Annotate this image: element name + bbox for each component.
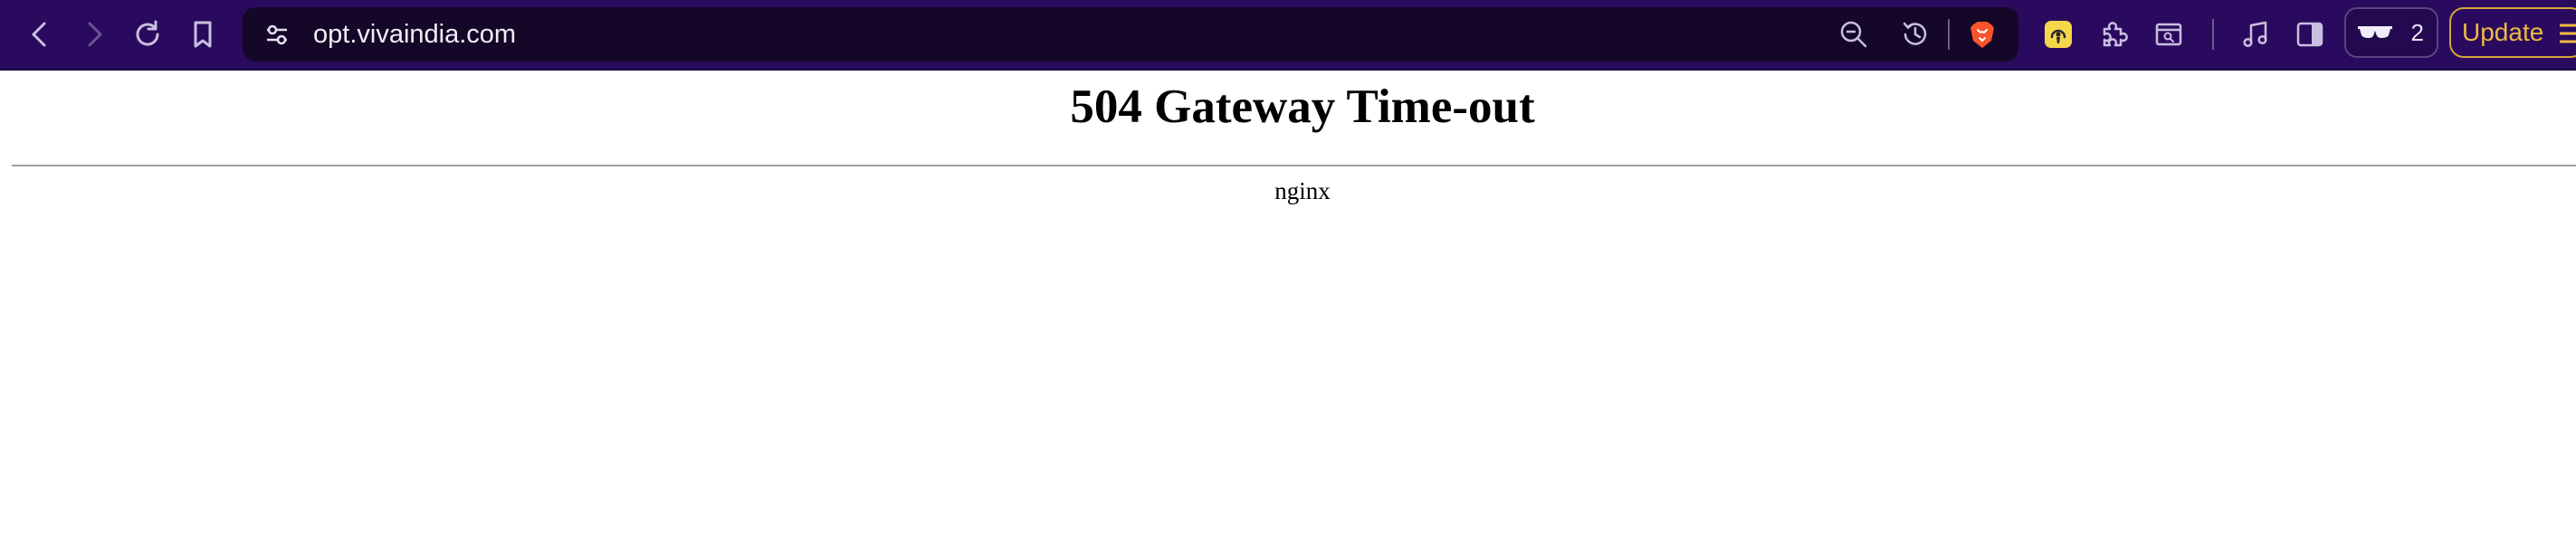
sidebar-toggle-button[interactable]: [2288, 13, 2332, 56]
private-window-badge[interactable]: 2: [2344, 7, 2438, 58]
toolbar-divider: [2212, 19, 2214, 50]
page-content: 504 Gateway Time-out nginx: [0, 71, 2576, 559]
site-settings-icon: [267, 24, 287, 45]
error-heading: 504 Gateway Time-out: [1070, 81, 1535, 133]
reload-button[interactable]: [126, 13, 169, 56]
history-button[interactable]: [1894, 13, 1937, 56]
toolbar-divider: [1948, 19, 1950, 50]
browser-toolbar: opt.vivaindia.com 2 Update: [0, 0, 2576, 69]
audio-extension-button[interactable]: [2037, 13, 2080, 56]
horizontal-rule: [12, 165, 2576, 166]
tab-search-icon: [2155, 23, 2182, 46]
tab-search-button[interactable]: [2147, 13, 2190, 56]
forward-icon: [88, 22, 102, 47]
extensions-icon: [2103, 22, 2128, 47]
server-name: nginx: [1274, 177, 1331, 204]
bookmark-button[interactable]: [181, 13, 224, 56]
menu-icon: [2560, 24, 2576, 43]
url-text[interactable]: opt.vivaindia.com: [313, 7, 516, 62]
brave-shields-icon: [1970, 22, 1994, 48]
sidebar-icon: [2296, 22, 2323, 47]
media-controls-button[interactable]: [2234, 13, 2277, 56]
zoom-out-button[interactable]: [1832, 13, 1875, 56]
history-icon: [1903, 22, 1927, 45]
update-button[interactable]: Update: [2449, 7, 2576, 58]
private-window-count: 2: [2410, 19, 2424, 46]
site-settings-button[interactable]: [255, 13, 299, 56]
media-controls-icon: [2243, 21, 2267, 48]
back-button[interactable]: [18, 13, 62, 56]
extension-audio-icon: [2045, 21, 2072, 48]
forward-button[interactable]: [72, 13, 116, 56]
address-bar[interactable]: opt.vivaindia.com: [243, 7, 2018, 62]
brave-shields-button[interactable]: [1961, 13, 2004, 56]
back-icon: [32, 22, 46, 47]
zoom-out-icon: [1840, 21, 1867, 48]
update-label: Update: [2462, 18, 2544, 46]
extensions-button[interactable]: [2093, 13, 2136, 56]
reload-icon: [136, 20, 159, 46]
private-glasses-icon: [2358, 26, 2392, 38]
bookmark-icon: [194, 21, 212, 48]
